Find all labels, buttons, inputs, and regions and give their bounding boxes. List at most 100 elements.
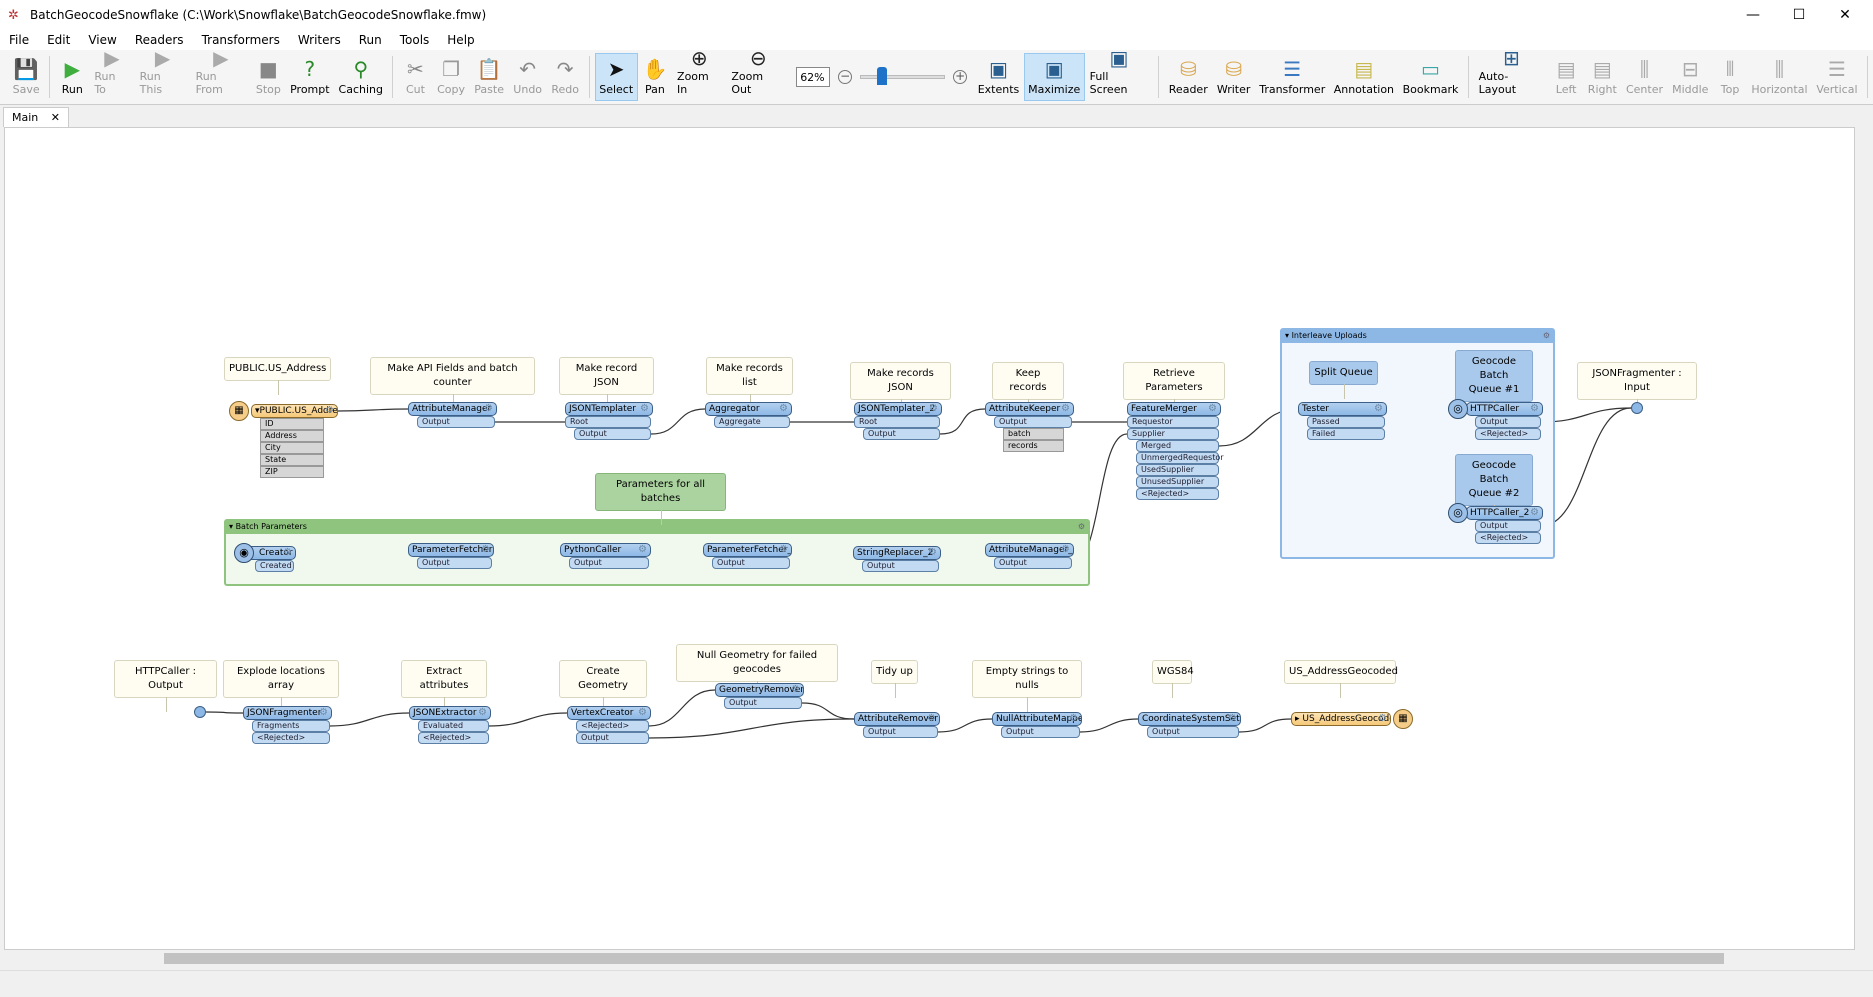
right-button[interactable]: ▤ Right	[1583, 53, 1621, 101]
gear-icon[interactable]: ⚙	[319, 707, 328, 719]
annotation[interactable]: Tidy up	[871, 660, 918, 698]
port-passed[interactable]: Passed	[1307, 416, 1385, 428]
port-output[interactable]: Output	[569, 557, 649, 569]
node-header[interactable]: ▸ US_AddressGeocoded ⚙	[1291, 712, 1391, 726]
annotation[interactable]: Split Queue	[1309, 361, 1378, 399]
stop-button[interactable]: ■ Stop	[251, 53, 285, 101]
port-output[interactable]: Output	[417, 416, 495, 428]
annotation-button[interactable]: ▤ Annotation	[1329, 53, 1398, 101]
save-button[interactable]: 💾 Save	[8, 53, 44, 101]
zoom-minus-icon[interactable]: −	[838, 70, 853, 84]
transformer-public-us-address[interactable]: ▾PUBLIC.US_Address⚙▦ IDAddressCityStateZI…	[229, 401, 338, 478]
full-screen-button[interactable]: ▣ Full Screen	[1085, 46, 1154, 101]
run-button[interactable]: ▶ Run	[55, 53, 89, 101]
connection-line[interactable]	[937, 718, 993, 733]
run-this-button[interactable]: ▶ Run This	[135, 46, 191, 101]
transformer-parameterfetcher-2[interactable]: ParameterFetcher_2 ⚙ Output	[703, 543, 792, 569]
transformer-jsontemplater-2[interactable]: JSONTemplater_2 ⚙ Root Output	[854, 402, 942, 440]
connection-line[interactable]	[1079, 718, 1139, 733]
gear-icon[interactable]: ⚙	[779, 403, 788, 415]
port-rejected[interactable]: <Rejected>	[1475, 532, 1541, 544]
menu-tools[interactable]: Tools	[391, 30, 439, 50]
gear-icon[interactable]: ⚙	[927, 713, 936, 725]
port-rejected[interactable]: <Rejected>	[1136, 488, 1219, 500]
gear-icon[interactable]: ⚙	[791, 684, 800, 696]
gear-icon[interactable]: ⚙	[929, 403, 938, 415]
port-unmergedrequestor[interactable]: UnmergedRequestor	[1136, 452, 1224, 464]
port-failed[interactable]: Failed	[1307, 428, 1385, 440]
annotation[interactable]: Make record JSON	[559, 357, 654, 409]
pan-button[interactable]: ✋ Pan	[638, 53, 672, 101]
gear-icon[interactable]: ⚙	[325, 405, 334, 417]
zoom-plus-icon[interactable]: +	[953, 70, 968, 84]
gear-icon[interactable]: ⚙	[928, 547, 937, 559]
port-output[interactable]: Output	[994, 416, 1072, 428]
workspace-canvas[interactable]: ▾ Batch Parameters ⚙ ▾ Interleave Uploads ⚙…	[4, 127, 1855, 950]
zoom-slider[interactable]	[860, 67, 946, 85]
run-to-button[interactable]: ▶ Run To	[89, 46, 134, 101]
minimize-button[interactable]: —	[1730, 0, 1776, 30]
gear-icon[interactable]: ⚙	[1378, 713, 1387, 725]
transformer-attributemanager-2[interactable]: AttributeManager_2 ⚙ Output	[985, 543, 1074, 569]
connection-line[interactable]	[205, 711, 244, 714]
node-header[interactable]: ParameterFetcher_2 ⚙	[703, 543, 792, 557]
close-button[interactable]: ✕	[1822, 0, 1868, 30]
gear-icon[interactable]: ⚙	[1530, 403, 1539, 415]
node-header[interactable]: HTTPCaller_2 ⚙	[1466, 506, 1543, 520]
port-unusedsupplier[interactable]: UnusedSupplier	[1136, 476, 1219, 488]
port-output[interactable]: Output	[994, 557, 1072, 569]
port-output[interactable]: Output	[576, 732, 649, 744]
gear-icon[interactable]: ⚙	[481, 544, 490, 556]
gear-icon[interactable]: ⚙	[640, 403, 649, 415]
port-fragments[interactable]: Fragments	[252, 720, 330, 732]
connection-line[interactable]	[1238, 718, 1292, 733]
node-header[interactable]: AttributeManager ⚙	[408, 402, 497, 416]
bookmark-batch-parameters[interactable]: ▾ Batch Parameters ⚙	[224, 519, 1090, 586]
connection-line[interactable]	[329, 712, 410, 727]
port-rejected[interactable]: <Rejected>	[418, 732, 489, 744]
annotation[interactable]: Make API Fields and batch counter	[370, 357, 535, 409]
node-header[interactable]: JSONExtractor ⚙	[409, 706, 491, 720]
auto-layout-button[interactable]: ⊞ Auto-Layout	[1474, 46, 1549, 101]
annotation[interactable]: Null Geometry for failed geocodes	[676, 644, 838, 696]
connection-line[interactable]	[801, 702, 855, 720]
gear-icon[interactable]: ⚙	[478, 707, 487, 719]
gear-icon[interactable]: ⚙	[283, 547, 292, 559]
transformer-attributeremover[interactable]: AttributeRemover ⚙ Output	[854, 712, 940, 738]
gear-icon[interactable]: ⚙	[638, 544, 647, 556]
annotation[interactable]: Geocode Batch Queue #1	[1455, 350, 1533, 416]
port-output[interactable]: Output	[574, 428, 651, 440]
annotation[interactable]: Make records JSON	[850, 362, 951, 414]
cut-button[interactable]: ✂ Cut	[398, 53, 432, 101]
gear-icon[interactable]: ⚙	[484, 403, 493, 415]
transformer-tester[interactable]: Tester ⚙ Passed Failed	[1298, 402, 1387, 440]
annotation[interactable]: Geocode Batch Queue #2	[1455, 454, 1533, 520]
gear-icon[interactable]: ⚙	[638, 707, 647, 719]
port-output[interactable]: Output	[1147, 726, 1239, 738]
scrollbar-thumb[interactable]	[164, 953, 1724, 964]
caching-button[interactable]: ⚲ Caching	[334, 53, 387, 101]
node-header[interactable]: Aggregator ⚙	[705, 402, 792, 416]
annotation[interactable]: JSONFragmenter : Input	[1577, 362, 1697, 414]
copy-button[interactable]: ❐ Copy	[432, 53, 469, 101]
port-output[interactable]: Output	[863, 428, 940, 440]
node-header[interactable]: FeatureMerger ⚙	[1127, 402, 1221, 416]
connection-line[interactable]	[337, 408, 409, 412]
transformer-geometryremover[interactable]: GeometryRemover ⚙ Output	[715, 683, 804, 709]
annotation[interactable]: HTTPCaller : Output	[114, 660, 217, 712]
node-header[interactable]: CoordinateSystemSetter⚙	[1138, 712, 1241, 726]
menu-edit[interactable]: Edit	[38, 30, 79, 50]
left-button[interactable]: ▤ Left	[1549, 53, 1583, 101]
annotation[interactable]: PUBLIC.US_Address	[224, 357, 331, 395]
center-button[interactable]: ⫼ Center	[1621, 53, 1667, 101]
zoom-slider-thumb[interactable]	[877, 67, 888, 85]
gear-icon[interactable]: ⚙	[1530, 507, 1539, 519]
transformer-parameterfetcher[interactable]: ParameterFetcher ⚙ Output	[408, 543, 494, 569]
annotation[interactable]: Empty strings to nulls	[972, 660, 1082, 712]
zoom-in-button[interactable]: ⊕ Zoom In	[672, 46, 726, 101]
vertical-scrollbar[interactable]	[1855, 127, 1872, 950]
transformer-coordinatesystemsetter[interactable]: CoordinateSystemSetter⚙Output	[1138, 712, 1241, 738]
undo-button[interactable]: ↶ Undo	[509, 53, 547, 101]
menu-run[interactable]: Run	[350, 30, 391, 50]
transformer-stringreplacer-2[interactable]: StringReplacer_2 ⚙ Output	[853, 546, 941, 572]
